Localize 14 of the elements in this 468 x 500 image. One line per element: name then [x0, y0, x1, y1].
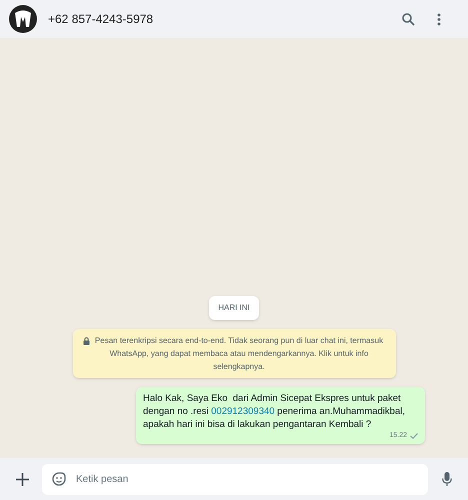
- date-chip: HARI INI: [209, 296, 259, 320]
- search-icon[interactable]: [402, 12, 415, 26]
- message-input[interactable]: Ketik pesan: [42, 464, 428, 494]
- microphone-icon[interactable]: [442, 472, 452, 486]
- contact-name[interactable]: +62 857-4243-5978: [48, 10, 154, 28]
- tracking-link[interactable]: 002912309340: [211, 406, 275, 416]
- encryption-notice-card[interactable]: Pesan terenkripsi secara end-to-end. Tidak seorang pun di luar chat ini, termasuk WhatsApp, yang dapat membaca atau mendengarkannya. Klik untuk info selengkapnya.: [72, 328, 396, 378]
- lock-icon: [82, 336, 90, 344]
- message-text: Halo Kak, Saya Eko dari Admin Sicepat Ekspres untuk paket dengan no .resi 002912309340 penerima an.Muhammadikbal, apakah hari ini bisa di lakukan pengantaran Kembali ?: [143, 392, 406, 430]
- sticker-icon[interactable]: [52, 472, 66, 486]
- avatar-icon[interactable]: [9, 5, 37, 33]
- menu-icon[interactable]: [437, 12, 441, 26]
- plus-icon[interactable]: [16, 472, 29, 486]
- encryption-notice: Pesan terenkripsi secara end-to-end. Tidak seorang pun di luar chat ini, termasuk WhatsApp, yang dapat membaca atau mendengarkannya. Klik untuk info selengkapnya.: [94, 334, 384, 372]
